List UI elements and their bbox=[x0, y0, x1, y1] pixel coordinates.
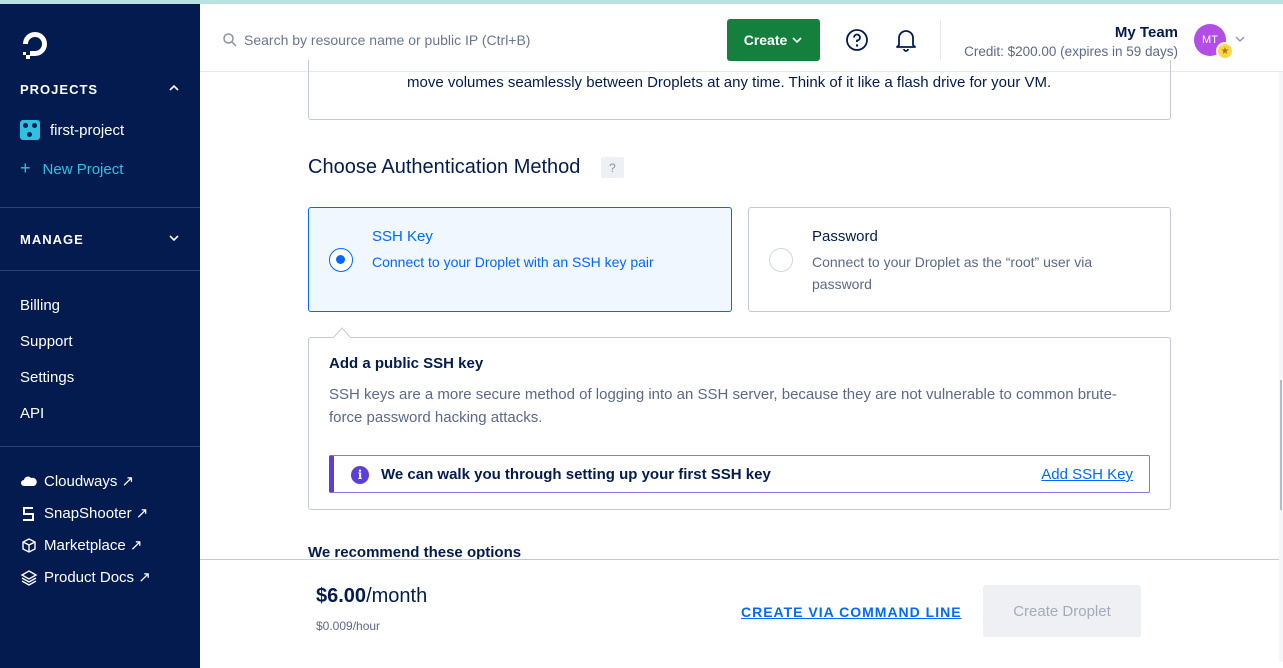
manage-heading[interactable]: MANAGE bbox=[20, 232, 84, 247]
sidebar-item-support[interactable]: Support bbox=[20, 333, 73, 350]
add-ssh-key-link[interactable]: Add SSH Key bbox=[1041, 466, 1133, 483]
chevron-down-icon[interactable] bbox=[1235, 34, 1245, 44]
sidebar-item-cloudways[interactable]: Cloudways ↗ bbox=[44, 472, 134, 490]
ssh-panel-description: SSH keys are a more secure method of log… bbox=[329, 386, 1117, 426]
external-link-icon: ↗ bbox=[129, 537, 143, 554]
create-button[interactable]: Create bbox=[727, 19, 820, 61]
password-title: Password bbox=[812, 228, 878, 245]
price-unit: /month bbox=[366, 585, 428, 607]
sidebar-item-api[interactable]: API bbox=[20, 405, 44, 422]
topbar-divider bbox=[940, 20, 941, 60]
sidebar-divider bbox=[0, 207, 200, 208]
product-docs-label: Product Docs bbox=[44, 569, 135, 586]
cube-icon bbox=[22, 538, 36, 553]
external-link-icon: ↗ bbox=[138, 569, 151, 586]
sidebar-divider bbox=[0, 270, 200, 271]
scrollbar-thumb[interactable] bbox=[1280, 380, 1282, 510]
chevron-down-icon[interactable] bbox=[168, 232, 180, 244]
create-label: Create bbox=[743, 32, 788, 48]
digitalocean-logo-icon[interactable] bbox=[20, 30, 50, 60]
chevron-up-icon[interactable] bbox=[168, 82, 180, 94]
cloudways-label: Cloudways bbox=[44, 473, 118, 490]
search-input[interactable] bbox=[244, 28, 664, 52]
hourly-price: $0.009/hour bbox=[316, 619, 381, 633]
ssh-key-title: SSH Key bbox=[372, 228, 433, 245]
sidebar-item-first-project[interactable]: first-project bbox=[50, 122, 124, 139]
help-circle-icon[interactable] bbox=[845, 28, 869, 52]
ssh-key-description: Connect to your Droplet with an SSH key … bbox=[372, 254, 654, 270]
panel-caret bbox=[333, 327, 351, 338]
create-droplet-button[interactable]: Create Droplet bbox=[983, 585, 1141, 637]
sidebar-divider bbox=[0, 446, 200, 447]
cloud-icon bbox=[21, 476, 37, 486]
password-description: Connect to your Droplet as the “root” us… bbox=[812, 254, 1093, 292]
info-text: We can walk you through setting up your … bbox=[381, 466, 771, 483]
sidebar-item-marketplace[interactable]: Marketplace ↗ bbox=[44, 536, 142, 554]
ssh-panel-title: Add a public SSH key bbox=[329, 355, 484, 372]
sidebar-item-settings[interactable]: Settings bbox=[20, 369, 74, 386]
price-amount: $6.00 bbox=[316, 585, 367, 607]
ssh-info-banner: i We can walk you through setting up you… bbox=[329, 455, 1150, 493]
team-name[interactable]: My Team bbox=[1115, 24, 1178, 41]
info-icon: i bbox=[351, 466, 369, 484]
search-icon bbox=[223, 33, 237, 47]
plus-icon: + bbox=[20, 158, 31, 178]
marketplace-label: Marketplace bbox=[44, 537, 126, 554]
sidebar: PROJECTS first-project + New Project MANA… bbox=[0, 4, 200, 668]
create-via-cli-link[interactable]: CREATE VIA COMMAND LINE bbox=[741, 604, 962, 620]
star-badge-icon: ★ bbox=[1216, 42, 1234, 60]
ssh-key-radio[interactable] bbox=[329, 248, 353, 272]
project-icon bbox=[20, 120, 40, 140]
layers-icon bbox=[20, 570, 38, 586]
sidebar-item-billing[interactable]: Billing bbox=[20, 297, 60, 314]
footer-bar: $6.00/month $0.009/hour CREATE VIA COMMA… bbox=[200, 559, 1279, 668]
sidebar-item-product-docs[interactable]: Product Docs ↗ bbox=[44, 568, 151, 586]
chevron-down-icon bbox=[792, 37, 802, 44]
scrollbar-track[interactable] bbox=[1279, 72, 1283, 662]
password-radio[interactable] bbox=[769, 248, 793, 272]
volume-description: move volumes seamlessly between Droplets… bbox=[407, 74, 1052, 91]
snapshooter-icon bbox=[23, 507, 34, 521]
price-display: $6.00/month bbox=[316, 585, 427, 608]
ssh-key-option[interactable]: SSH Key Connect to your Droplet with an … bbox=[308, 207, 732, 312]
new-project-link[interactable]: + New Project bbox=[20, 158, 123, 179]
team-credit: Credit: $200.00 (expires in 59 days) bbox=[964, 44, 1178, 59]
bell-icon[interactable] bbox=[894, 27, 918, 53]
projects-heading[interactable]: PROJECTS bbox=[20, 82, 98, 97]
password-option[interactable]: Password Connect to your Droplet as the … bbox=[748, 207, 1171, 312]
external-link-icon: ↗ bbox=[121, 473, 135, 490]
auth-method-title: Choose Authentication Method bbox=[308, 156, 581, 178]
new-project-label: New Project bbox=[42, 161, 124, 178]
external-link-icon: ↗ bbox=[135, 505, 149, 522]
snapshooter-label: SnapShooter bbox=[44, 505, 132, 522]
help-badge[interactable]: ? bbox=[601, 157, 624, 178]
sidebar-item-snapshooter[interactable]: SnapShooter ↗ bbox=[44, 504, 148, 522]
